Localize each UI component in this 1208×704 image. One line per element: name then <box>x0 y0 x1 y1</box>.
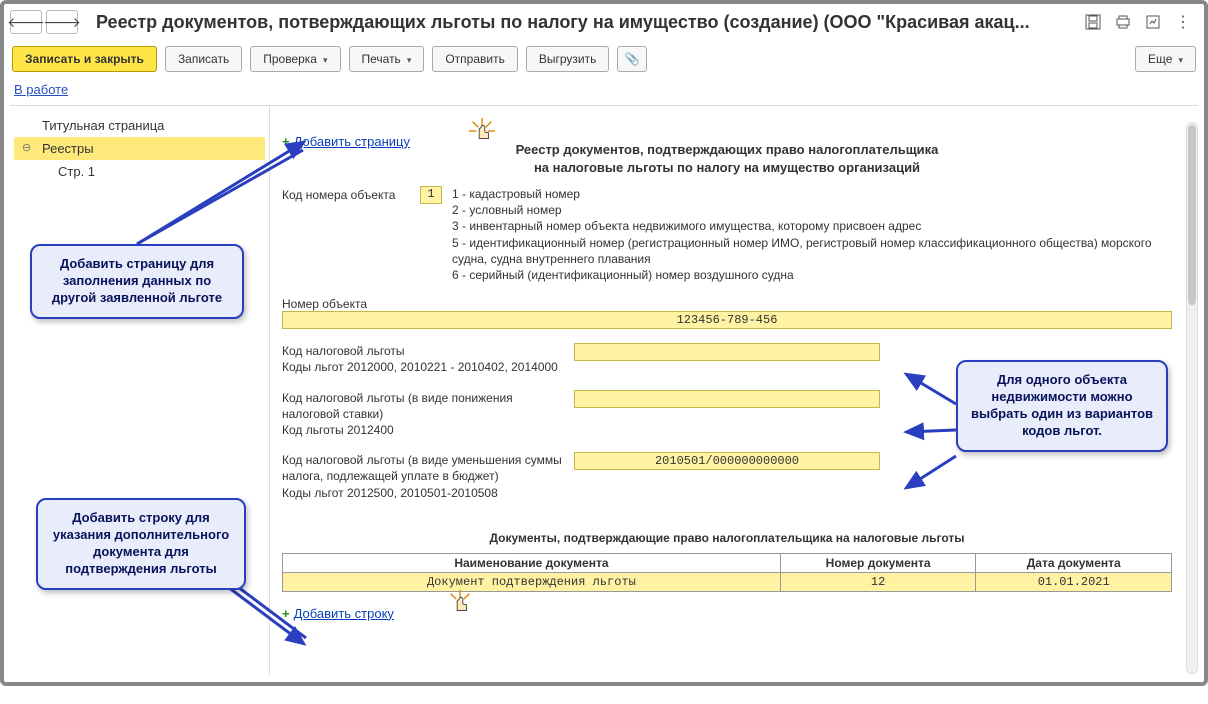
plus-icon: + <box>282 134 290 149</box>
attach-button[interactable]: 📎 <box>617 46 647 72</box>
code-number-input[interactable]: 1 <box>420 186 442 204</box>
save-button[interactable]: Записать <box>165 46 242 72</box>
nav-forward-button[interactable]: 🡒 <box>46 10 78 34</box>
docs-cell-date[interactable]: 01.01.2021 <box>976 572 1172 591</box>
tax-code-2-sub: Код льготы 2012400 <box>282 422 562 438</box>
print-button-label: Печать <box>362 52 401 66</box>
more-button[interactable]: Еще <box>1135 46 1196 72</box>
docs-table: Наименование документа Номер документа Д… <box>282 553 1172 592</box>
docs-col-name: Наименование документа <box>283 553 781 572</box>
tax-code-3-sub: Коды льгот 2012500, 2010501-2010508 <box>282 485 562 501</box>
tax-code-3-title: Код налоговой льготы (в виде уменьшения … <box>282 452 562 484</box>
report-icon[interactable] <box>1144 13 1162 31</box>
check-button-label: Проверка <box>263 52 317 66</box>
print-button[interactable]: Печать <box>349 46 425 72</box>
sidebar-item-titlepage[interactable]: Титульная страница <box>14 114 265 137</box>
doc-heading-line1: Реестр документов, подтверждающих право … <box>282 141 1172 159</box>
callout-variants: Для одного объекта недвижимости можно вы… <box>956 360 1168 452</box>
cursor-hand-icon <box>445 588 475 621</box>
object-number-label: Номер объекта <box>282 297 1172 311</box>
tax-code-2-title: Код налоговой льготы (в виде понижения н… <box>282 390 562 422</box>
send-button[interactable]: Отправить <box>432 46 518 72</box>
code-opt-3: 3 - инвентарный номер объекта недвижимог… <box>452 218 1172 234</box>
tax-code-2-input[interactable] <box>574 390 880 408</box>
code-opt-6: 6 - серийный (идентификационный) номер в… <box>452 267 1172 283</box>
tax-code-1-sub: Коды льгот 2012000, 2010221 - 2010402, 2… <box>282 359 562 375</box>
save-close-button[interactable]: Записать и закрыть <box>12 46 157 72</box>
kebab-icon[interactable]: ⋮ <box>1174 13 1192 31</box>
docs-cell-num[interactable]: 12 <box>780 572 976 591</box>
status-link[interactable]: В работе <box>14 82 68 97</box>
cursor-hand-icon <box>467 116 497 149</box>
content-scrollbar[interactable] <box>1186 122 1198 674</box>
code-opt-2: 2 - условный номер <box>452 202 1172 218</box>
more-button-label: Еще <box>1148 52 1172 66</box>
plus-icon: + <box>282 606 290 621</box>
callout-add-row: Добавить строку для указания дополнитель… <box>36 498 246 590</box>
disk-icon[interactable] <box>1084 13 1102 31</box>
tax-code-3-input[interactable]: 2010501/000000000000 <box>574 452 880 470</box>
add-page-link-label: Добавить страницу <box>294 134 410 149</box>
object-number-input[interactable]: 123456-789-456 <box>282 311 1172 329</box>
callout-add-page: Добавить страницу для заполнения данных … <box>30 244 244 319</box>
nav-back-button[interactable]: 🡐 <box>10 10 42 34</box>
tax-code-1-title: Код налоговой льготы <box>282 343 562 359</box>
add-page-link[interactable]: + Добавить страницу <box>282 134 410 149</box>
export-button[interactable]: Выгрузить <box>526 46 610 72</box>
code-opt-1: 1 - кадастровый номер <box>452 186 1172 202</box>
code-options: 1 - кадастровый номер 2 - условный номер… <box>452 186 1172 283</box>
docs-cell-name[interactable]: Документ подтверждения льготы <box>283 572 781 591</box>
add-row-link-label: Добавить строку <box>294 606 394 621</box>
sidebar-item-page1[interactable]: Стр. 1 <box>14 160 265 183</box>
doc-heading-line2: на налоговые льготы по налогу на имущест… <box>282 159 1172 177</box>
check-button[interactable]: Проверка <box>250 46 340 72</box>
code-number-label: Код номера объекта <box>282 186 410 202</box>
window-title: Реестр документов, потверждающих льготы … <box>96 12 1084 33</box>
sidebar-item-reestry[interactable]: Реестры <box>14 137 265 160</box>
paperclip-icon: 📎 <box>625 52 640 66</box>
docs-heading: Документы, подтверждающие право налогопл… <box>282 531 1172 545</box>
tax-code-1-input[interactable] <box>574 343 880 361</box>
docs-col-date: Дата документа <box>976 553 1172 572</box>
add-row-link[interactable]: + Добавить строку <box>282 606 394 621</box>
code-opt-5: 5 - идентификационный номер (регистрацио… <box>452 235 1172 267</box>
print-icon[interactable] <box>1114 13 1132 31</box>
docs-col-num: Номер документа <box>780 553 976 572</box>
table-row[interactable]: Документ подтверждения льготы 12 01.01.2… <box>283 572 1172 591</box>
